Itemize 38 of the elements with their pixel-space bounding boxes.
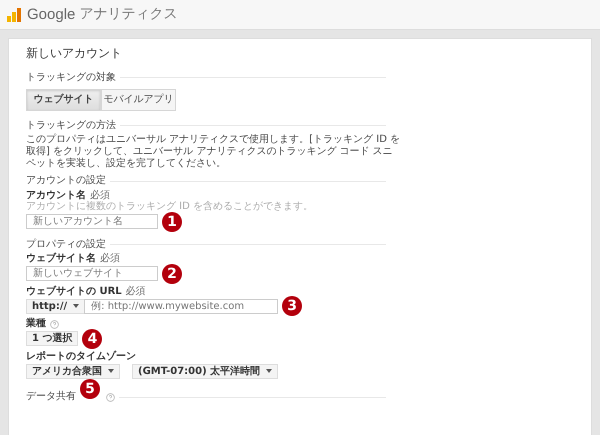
field-label: レポートのタイムゾーン bbox=[26, 350, 136, 362]
hint-text: アカウントに複数のトラッキング ID を含めることができます。 bbox=[26, 201, 314, 213]
help-icon[interactable] bbox=[50, 320, 59, 329]
tab[interactable]: ウェブサイト bbox=[26, 89, 101, 111]
bar-chart-logo-icon bbox=[7, 8, 21, 22]
required-tag: 必須 bbox=[100, 253, 120, 265]
input-field[interactable]: 新しいウェブサイト bbox=[26, 266, 158, 282]
url-field[interactable]: 例: http://www.mywebsite.com bbox=[84, 298, 278, 314]
field-label: アカウント名 bbox=[26, 190, 86, 202]
field-label: 業種 bbox=[26, 318, 46, 330]
section-heading: アカウントの設定 bbox=[26, 175, 106, 187]
section-heading: トラッキングの対象 bbox=[26, 72, 116, 84]
protocol-dropdown[interactable]: http:// bbox=[26, 298, 86, 314]
number-badge: 5 bbox=[80, 379, 100, 400]
caret-icon bbox=[73, 304, 80, 308]
number-badge: 4 bbox=[82, 328, 102, 349]
timezone-dropdown[interactable]: (GMT-07:00) 太平洋時間 bbox=[132, 364, 278, 379]
section-heading: データ共有 bbox=[26, 391, 76, 403]
tab[interactable]: モバイルアプリ bbox=[101, 89, 176, 111]
caret-icon bbox=[266, 369, 272, 374]
section-heading: トラッキングの方法 bbox=[26, 120, 116, 132]
description-text: このプロパティはユニバーサル アナリティクスで使用します。[トラッキング ID を取得] をクリックして、ユニバーサル アナリティクスのトラッキング コード スニペットを実装し、設定を完了してください。 bbox=[26, 134, 401, 170]
required-tag: 必須 bbox=[90, 190, 110, 202]
number-badge: 1 bbox=[162, 212, 182, 232]
select-button[interactable]: 1 つ選択 bbox=[26, 331, 78, 346]
help-icon[interactable] bbox=[106, 392, 115, 402]
section-heading: プロパティの設定 bbox=[26, 238, 106, 250]
input-field[interactable]: 新しいアカウント名 bbox=[26, 214, 158, 230]
caret-icon bbox=[108, 369, 114, 374]
field-label: ウェブサイト名 bbox=[26, 253, 96, 265]
number-badge: 2 bbox=[162, 264, 182, 284]
page-title: 新しいアカウント bbox=[26, 47, 123, 61]
country-dropdown[interactable]: アメリカ合衆国 bbox=[26, 364, 120, 379]
required-tag: 必須 bbox=[126, 286, 146, 298]
logo-text: Google bbox=[27, 6, 76, 24]
number-badge: 3 bbox=[282, 296, 302, 316]
product-name: アナリティクス bbox=[79, 6, 178, 23]
field-label: ウェブサイトの URL bbox=[26, 286, 122, 298]
